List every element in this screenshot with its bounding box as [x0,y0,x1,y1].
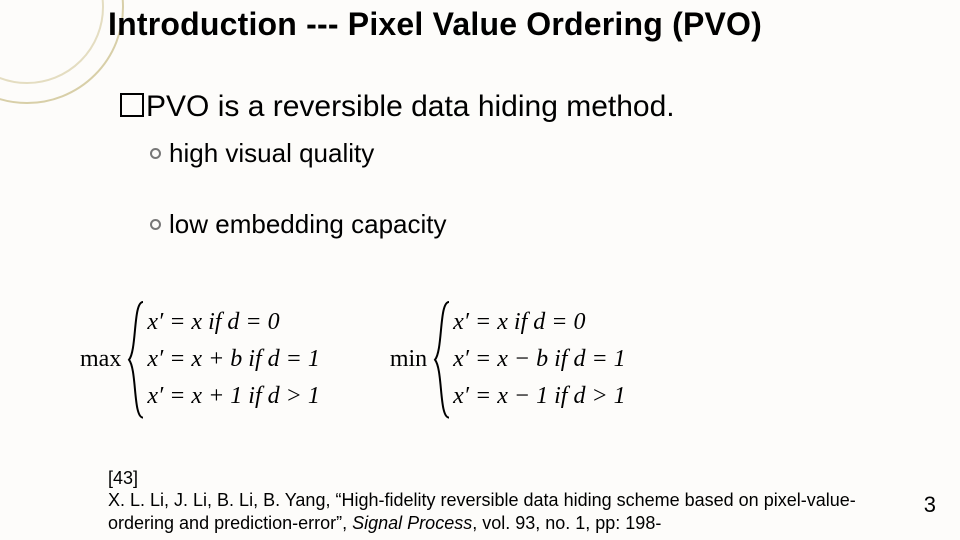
reference-authors: X. L. Li, J. Li, B. Li, B. Yang, [108,490,330,510]
subpoint-text: high visual quality [169,138,374,168]
equation-label-max: max [80,346,121,373]
reference-journal: Signal Process [352,513,472,533]
reference-citation: [43] X. L. Li, J. Li, B. Li, B. Yang, “H… [108,467,900,535]
left-brace-icon [433,300,453,420]
equations-block: max x′ = x if d = 0 x′ = x + b if d = 1 … [80,300,930,420]
reference-number: [43] [108,468,138,488]
reference-rest: , vol. 93, no. 1, pp: 198- [472,513,661,533]
headline: PVO is a reversible data hiding method. [120,90,920,124]
left-brace-icon [127,300,147,420]
equation-label-min: min [390,346,427,373]
circle-bullet-icon [150,148,161,159]
subpoint-text: low embedding capacity [169,209,447,239]
body-area: PVO is a reversible data hiding method. … [120,90,920,280]
equation-line: x′ = x if d = 0 [453,304,625,341]
equation-line: x′ = x − 1 if d > 1 [453,378,625,415]
equation-line: x′ = x + b if d = 1 [147,341,319,378]
equation-line: x′ = x + 1 if d > 1 [147,378,319,415]
circle-bullet-icon [150,219,161,230]
headline-text: PVO is a reversible data hiding method. [146,90,675,123]
equation-max: max x′ = x if d = 0 x′ = x + b if d = 1 … [80,300,320,420]
equation-line: x′ = x if d = 0 [147,304,319,341]
subpoints-list: high visual quality low embedding capaci… [150,138,920,240]
subpoint-item: low embedding capacity [150,209,920,240]
equation-lines: x′ = x if d = 0 x′ = x − b if d = 1 x′ =… [453,300,625,420]
square-bullet-icon [120,93,144,117]
slide-title: Introduction --- Pixel Value Ordering (P… [108,6,762,43]
equation-min: min x′ = x if d = 0 x′ = x − b if d = 1 … [390,300,626,420]
equation-lines: x′ = x if d = 0 x′ = x + b if d = 1 x′ =… [147,300,319,420]
equation-line: x′ = x − b if d = 1 [453,341,625,378]
subpoint-item: high visual quality [150,138,920,169]
page-number: 3 [924,492,936,518]
